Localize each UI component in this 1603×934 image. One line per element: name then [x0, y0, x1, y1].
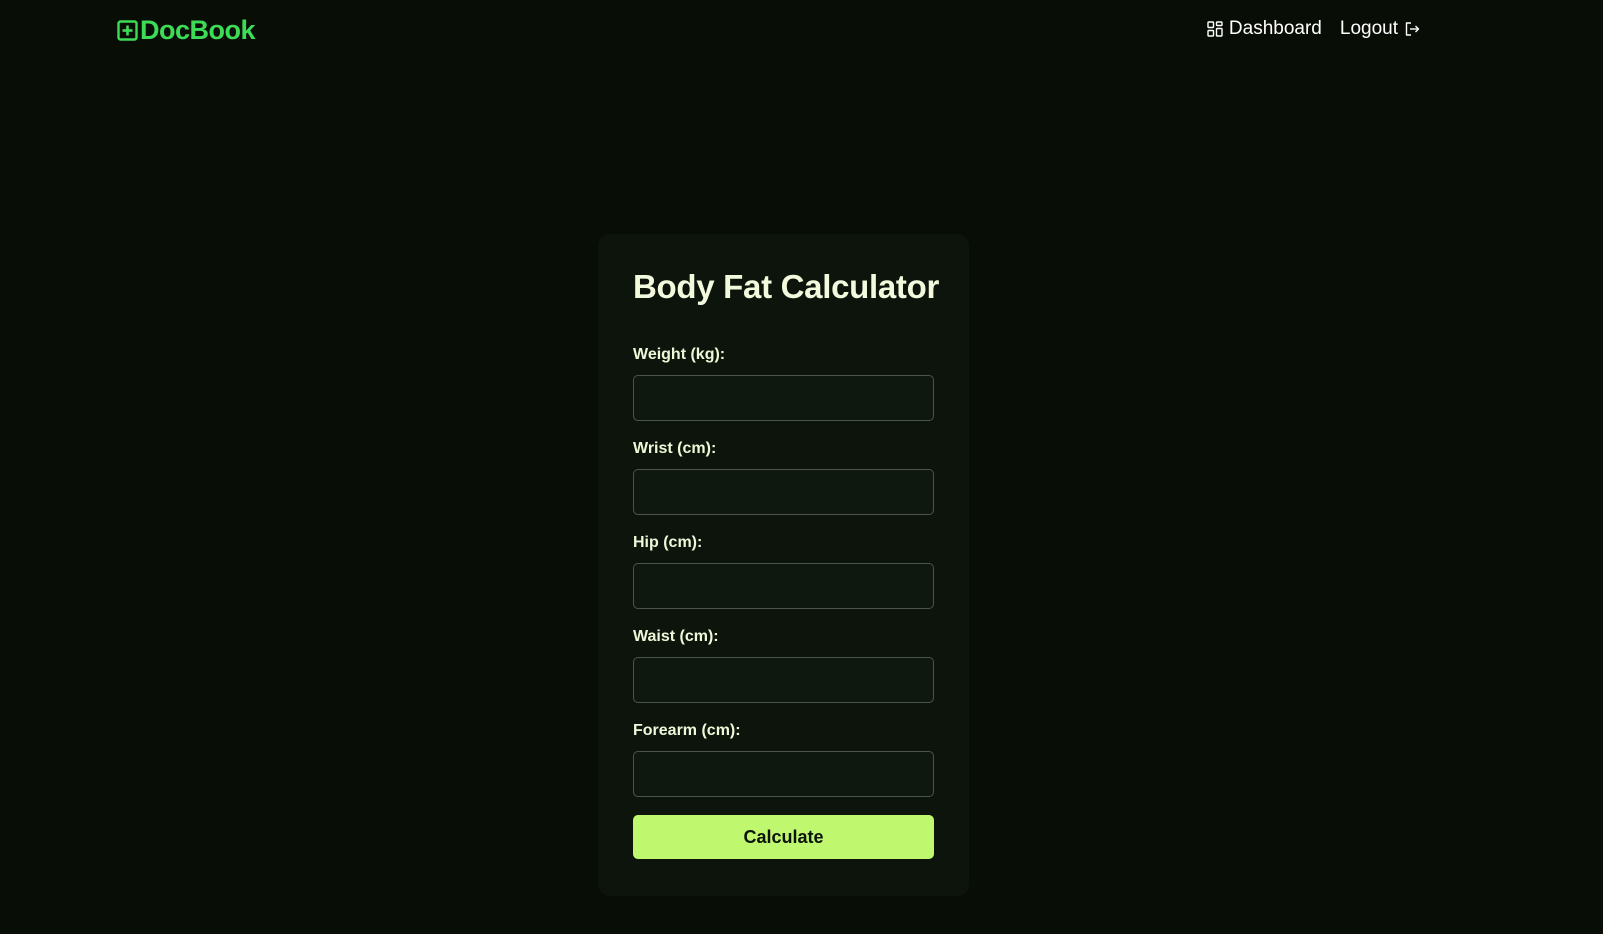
logout-link[interactable]: Logout — [1340, 18, 1420, 40]
grid-icon — [1207, 21, 1223, 37]
calculator-card: Body Fat Calculator Weight (kg): Wrist (… — [598, 234, 969, 896]
brand-logo[interactable]: DocBook — [117, 15, 256, 46]
waist-label: Waist (cm): — [633, 628, 719, 645]
wrist-label: Wrist (cm): — [633, 440, 717, 457]
weight-label: Weight (kg): — [633, 346, 726, 363]
page-title: Body Fat Calculator — [633, 268, 940, 305]
wrist-input[interactable] — [633, 469, 934, 515]
forearm-field-group: Forearm (cm): — [633, 722, 934, 797]
forearm-input[interactable] — [633, 751, 934, 797]
waist-field-group: Waist (cm): — [633, 628, 934, 703]
hip-input[interactable] — [633, 563, 934, 609]
brand-name: DocBook — [140, 15, 256, 45]
nav-links: Dashboard Logout — [1207, 18, 1420, 40]
weight-input[interactable] — [633, 375, 934, 421]
logout-icon — [1404, 21, 1420, 37]
navbar: DocBook Dashboard Logout — [0, 0, 1603, 62]
wrist-field-group: Wrist (cm): — [633, 440, 934, 515]
calculate-button[interactable]: Calculate — [633, 815, 934, 859]
dashboard-link[interactable]: Dashboard — [1207, 18, 1322, 40]
weight-field-group: Weight (kg): — [633, 346, 934, 421]
hip-label: Hip (cm): — [633, 534, 703, 551]
forearm-label: Forearm (cm): — [633, 722, 741, 739]
waist-input[interactable] — [633, 657, 934, 703]
plus-square-icon — [117, 20, 138, 41]
dashboard-link-label: Dashboard — [1228, 18, 1322, 39]
hip-field-group: Hip (cm): — [633, 534, 934, 609]
logout-link-label: Logout — [1339, 18, 1398, 39]
